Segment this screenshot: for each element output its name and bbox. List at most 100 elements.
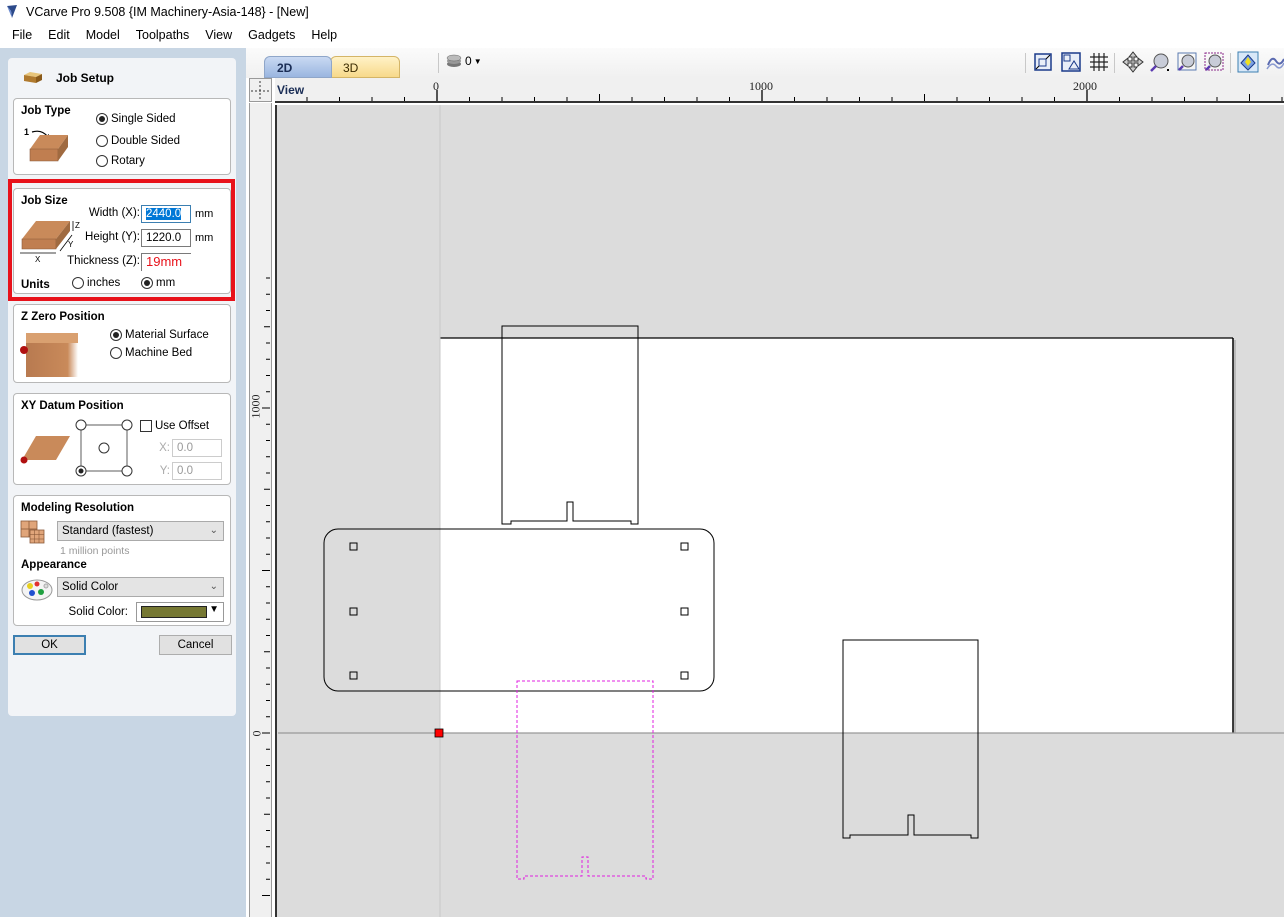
- toolbar-separator: [1230, 53, 1231, 73]
- svg-text:1: 1: [24, 127, 29, 137]
- radio-rotary[interactable]: Rotary: [96, 155, 145, 167]
- ok-button[interactable]: OK: [13, 635, 86, 655]
- resolution-value: Standard (fastest): [62, 525, 154, 537]
- datum-top-right[interactable]: [121, 419, 133, 431]
- radio-label: Rotary: [111, 155, 145, 167]
- single-sided-diagram-icon: 1: [24, 127, 68, 162]
- z-zero-title: Z Zero Position: [21, 311, 105, 323]
- chevron-down-icon: ⌄: [209, 525, 218, 536]
- panel-header: Job Setup: [22, 68, 114, 88]
- vertical-ruler: 1000 0: [249, 103, 272, 917]
- zoom-selection-icon[interactable]: [1203, 51, 1225, 73]
- radio-dot: [96, 135, 108, 147]
- pan-icon[interactable]: [1122, 51, 1144, 73]
- menu-help[interactable]: Help: [303, 24, 345, 46]
- radio-double-sided[interactable]: Double Sided: [96, 135, 180, 147]
- layer-dropdown-icon: ▼: [473, 56, 482, 66]
- radio-label: Machine Bed: [125, 347, 193, 359]
- resolution-note: 1 million points: [60, 545, 130, 557]
- material-sheet: [440, 338, 1233, 733]
- offset-x-input[interactable]: 0.0: [172, 439, 222, 457]
- radio-dot: [96, 113, 108, 125]
- solid-color-label: Solid Color:: [68, 606, 128, 618]
- appearance-title: Appearance: [21, 559, 87, 571]
- modeling-group: Modeling Resolution Standard (fastest) ⌄ …: [13, 495, 231, 626]
- datum-center[interactable]: [98, 442, 110, 454]
- horizontal-ruler: 0 1000 2000: [275, 78, 1284, 103]
- palette-icon: [21, 579, 53, 601]
- layers-icon: [446, 54, 462, 67]
- checkbox-label: Use Offset: [155, 420, 210, 432]
- zoom-box-icon[interactable]: [1176, 51, 1198, 73]
- snap-icon[interactable]: [1237, 51, 1259, 73]
- zoom-material-icon[interactable]: [1060, 51, 1082, 73]
- job-size-highlight: [8, 179, 235, 301]
- radio-material-surface[interactable]: Material Surface: [110, 329, 209, 341]
- vertical-ruler-ticks: [262, 277, 270, 896]
- layer-selector[interactable]: 0 ▼: [446, 54, 482, 68]
- panel-title: Job Setup: [56, 71, 115, 85]
- grid-icon[interactable]: [1088, 51, 1110, 73]
- ruler-h-label-2000: 2000: [1073, 79, 1097, 93]
- menu-view[interactable]: View: [197, 24, 240, 46]
- menu-bar: File Edit Model Toolpaths View Gadgets H…: [0, 24, 1284, 46]
- drawing-svg: [278, 105, 1284, 917]
- offset-y-input[interactable]: 0.0: [172, 462, 222, 480]
- origin-marker: [434, 728, 444, 738]
- resolution-dropdown[interactable]: Standard (fastest) ⌄: [57, 521, 224, 541]
- job-type-group: Job Type 1 Single Sided Double Sided Rot…: [13, 98, 231, 175]
- hole-marker[interactable]: [349, 671, 358, 680]
- radio-dot: [96, 155, 108, 167]
- tab-3d-view[interactable]: 3D View: [330, 56, 400, 97]
- window-title: VCarve Pro 9.508 {IM Machinery-Asia-148}…: [26, 5, 309, 19]
- datum-selector: [75, 419, 133, 477]
- menu-model[interactable]: Model: [78, 24, 128, 46]
- solid-color-picker[interactable]: ▼: [136, 602, 224, 622]
- zoom-in-icon[interactable]: [1149, 51, 1171, 73]
- modeling-resolution-title: Modeling Resolution: [21, 502, 135, 514]
- title-bar: VCarve Pro 9.508 {IM Machinery-Asia-148}…: [0, 0, 1284, 24]
- toolbar-separator: [1025, 53, 1026, 73]
- ruler-v-label-0: 0: [249, 730, 264, 737]
- job-type-title: Job Type: [21, 105, 71, 117]
- view-toolbar: 3D View 2D View 0 ▼: [246, 48, 1284, 97]
- zoom-extents-icon[interactable]: [1032, 51, 1054, 73]
- appearance-dropdown[interactable]: Solid Color ⌄: [57, 577, 224, 597]
- tab-2d-view[interactable]: 2D View: [264, 56, 332, 97]
- resolution-grid-icon: [20, 520, 45, 544]
- radio-dot: [110, 347, 122, 359]
- datum-bottom-right[interactable]: [121, 465, 133, 477]
- toolpath-preview-icon[interactable]: [1264, 51, 1284, 73]
- hole-marker[interactable]: [349, 607, 358, 616]
- use-offset-checkbox[interactable]: Use Offset: [140, 420, 209, 432]
- menu-file[interactable]: File: [4, 24, 40, 46]
- radio-single-sided[interactable]: Single Sided: [96, 113, 176, 125]
- ruler-h-label-0: 0: [433, 79, 439, 93]
- xy-datum-group: XY Datum Position Use Offset X: 0.0 Y: 0…: [13, 393, 231, 485]
- toolbar-separator: [438, 53, 439, 73]
- radio-label: Double Sided: [111, 135, 181, 147]
- radio-dot: [110, 329, 122, 341]
- hole-marker[interactable]: [349, 542, 358, 551]
- offset-y-label: Y:: [159, 465, 170, 477]
- menu-gadgets[interactable]: Gadgets: [240, 24, 303, 46]
- offset-x-label: X:: [159, 442, 170, 454]
- menu-edit[interactable]: Edit: [40, 24, 78, 46]
- chevron-down-icon: ⌄: [209, 581, 218, 592]
- radio-label: Material Surface: [125, 329, 209, 341]
- cancel-button[interactable]: Cancel: [159, 635, 232, 655]
- crosshair-icon: [251, 81, 270, 99]
- datum-top-left[interactable]: [75, 419, 87, 431]
- menu-toolpaths[interactable]: Toolpaths: [128, 24, 198, 46]
- dropdown-arrow-icon: ▼: [209, 604, 219, 615]
- toolbar-separator: [1114, 53, 1115, 73]
- appearance-value: Solid Color: [62, 581, 119, 593]
- checkbox-box: [140, 420, 152, 432]
- drawing-canvas[interactable]: [275, 105, 1284, 917]
- radio-machine-bed[interactable]: Machine Bed: [110, 347, 192, 359]
- ruler-corner[interactable]: [249, 78, 272, 102]
- ruler-v-label-1000: 1000: [248, 394, 263, 419]
- layer-value: 0: [465, 54, 472, 68]
- z-zero-group: Z Zero Position Material Surface Machine…: [13, 304, 231, 383]
- color-swatch: [141, 606, 207, 618]
